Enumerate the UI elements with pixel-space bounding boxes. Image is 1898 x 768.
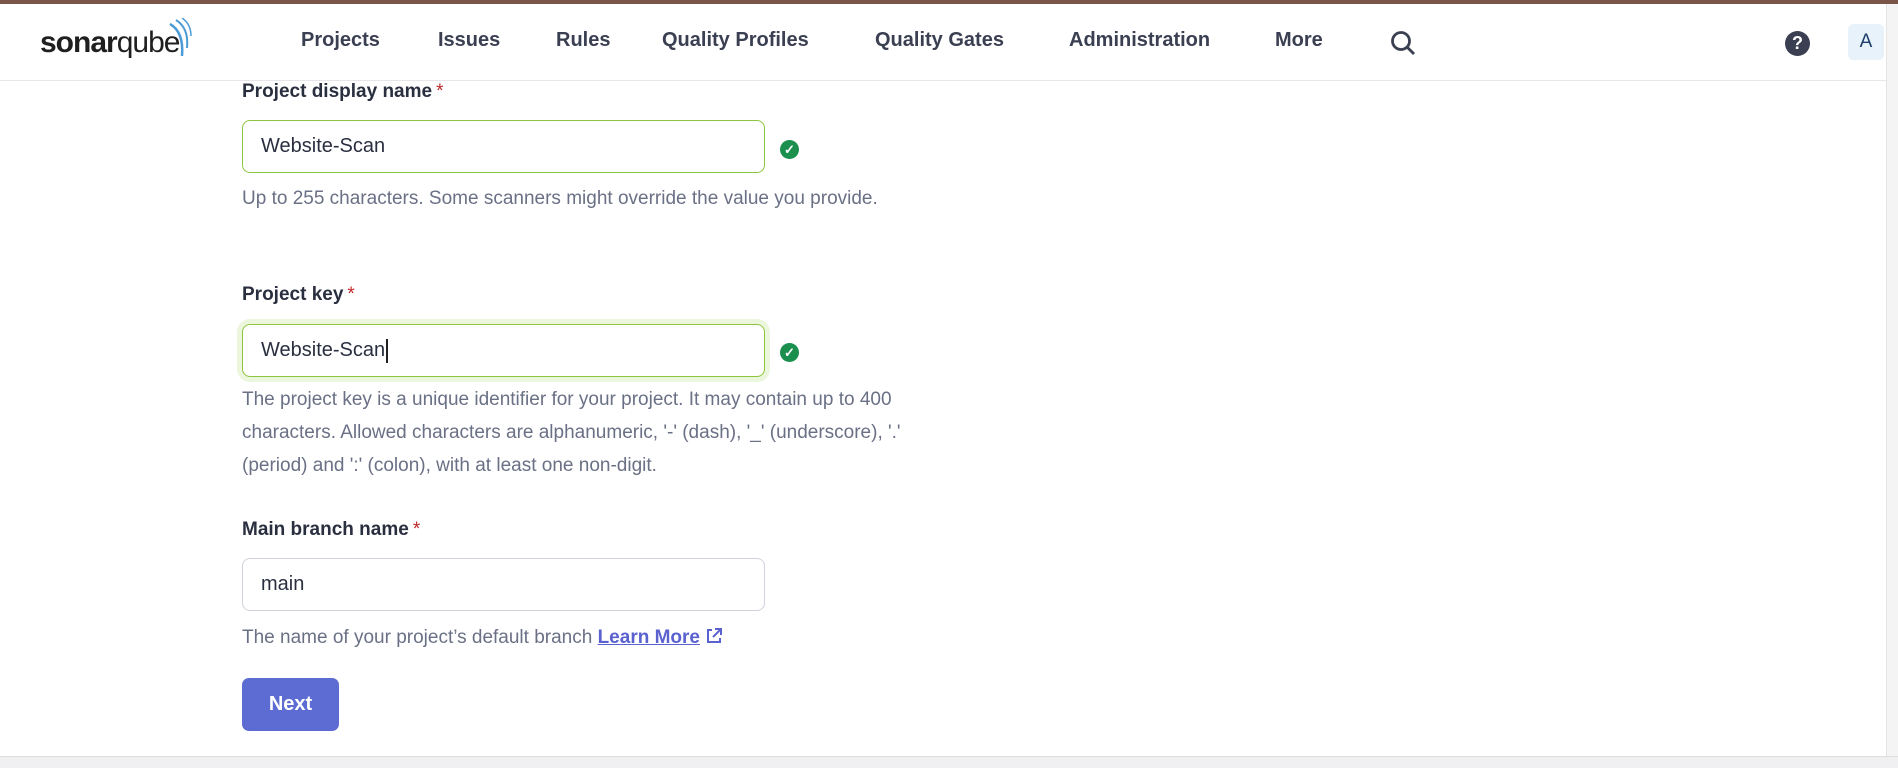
main-branch-hint: The name of your project’s default branc…: [242, 621, 962, 654]
display-name-input[interactable]: Website-Scan: [242, 120, 765, 173]
external-link-icon: [707, 628, 723, 643]
main-branch-input[interactable]: main: [242, 558, 765, 611]
help-icon[interactable]: ?: [1785, 31, 1810, 56]
valid-check-icon: ✓: [780, 140, 799, 159]
project-key-hint: The project key is a unique identifier f…: [242, 389, 901, 476]
nav-issues[interactable]: Issues: [438, 29, 500, 52]
top-navbar: sonarqube Projects Issues Rules Quality …: [0, 4, 1886, 81]
nav-quality-gates[interactable]: Quality Gates: [875, 29, 1004, 52]
project-key-input[interactable]: Website-Scan: [242, 324, 765, 377]
valid-check-icon: ✓: [780, 343, 799, 362]
text-caret: [386, 338, 389, 363]
next-button[interactable]: Next: [242, 678, 339, 731]
nav-more[interactable]: More: [1275, 29, 1323, 52]
learn-more-link[interactable]: Learn More: [598, 627, 700, 648]
nav-administration[interactable]: Administration: [1069, 29, 1210, 52]
avatar[interactable]: A: [1848, 24, 1884, 60]
main-branch-label: Main branch name *: [242, 519, 421, 540]
scrollbar[interactable]: [1886, 4, 1898, 756]
nav-projects[interactable]: Projects: [301, 29, 380, 52]
nav-rules[interactable]: Rules: [556, 29, 610, 52]
search-icon[interactable]: [1390, 30, 1416, 56]
display-name-hint: Up to 255 characters. Some scanners migh…: [242, 188, 878, 209]
horizontal-scrollbar[interactable]: [0, 756, 1898, 768]
nav-quality-profiles[interactable]: Quality Profiles: [662, 29, 809, 52]
logo-waves-icon: [169, 18, 192, 57]
project-key-label: Project key *: [242, 284, 355, 305]
sonarqube-logo[interactable]: sonarqube: [40, 18, 192, 60]
display-name-label: Project display name *: [242, 81, 444, 102]
